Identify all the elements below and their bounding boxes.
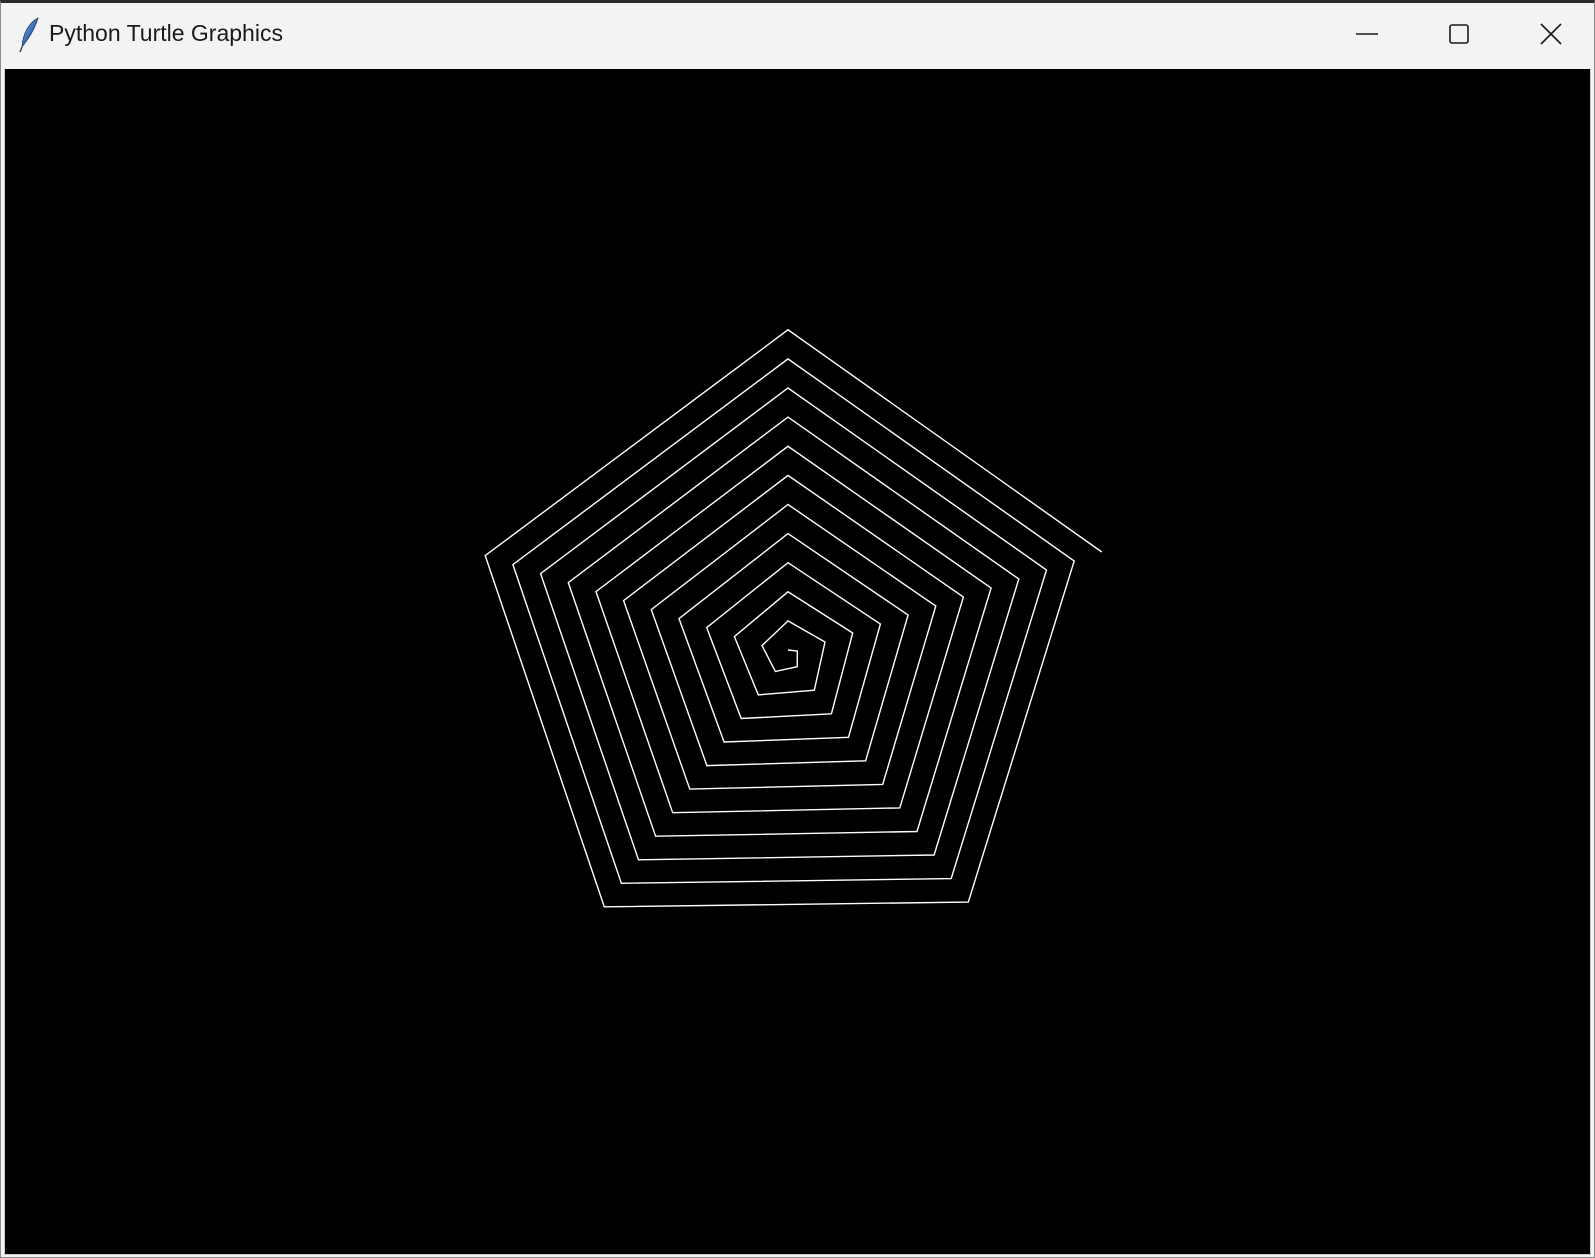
window-title: Python Turtle Graphics xyxy=(49,20,283,46)
close-icon xyxy=(1540,23,1562,45)
turtle-canvas[interactable] xyxy=(5,69,1590,1254)
turtle-canvas-area[interactable] xyxy=(4,69,1591,1255)
title-bar[interactable]: Python Turtle Graphics xyxy=(1,3,1594,69)
close-button[interactable] xyxy=(1505,3,1595,65)
maximize-button[interactable] xyxy=(1413,3,1505,65)
turtle-window: Python Turtle Graphics xyxy=(0,0,1595,1258)
minimize-button[interactable] xyxy=(1321,3,1413,65)
maximize-icon xyxy=(1449,24,1469,44)
minimize-icon xyxy=(1356,33,1378,35)
feather-icon xyxy=(19,17,39,53)
